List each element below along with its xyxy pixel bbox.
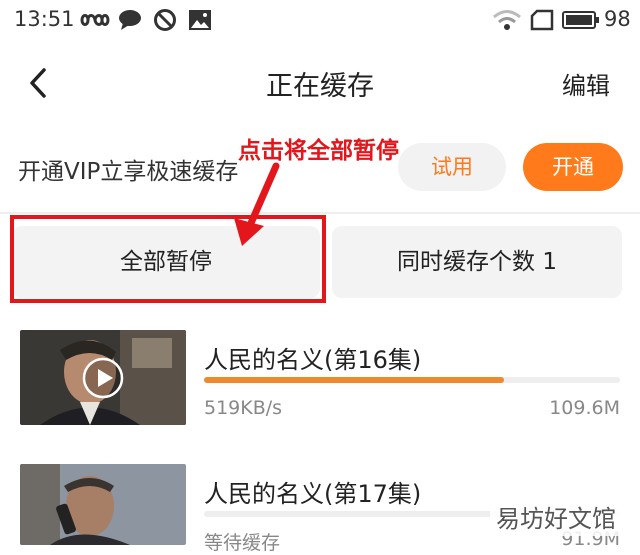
concurrent-downloads-button[interactable]: 同时缓存个数 1 [332, 226, 622, 298]
page-title: 正在缓存 [266, 71, 374, 102]
wifi-icon [493, 10, 521, 30]
download-size: 109.6M [549, 397, 620, 419]
link-icon [80, 14, 110, 26]
divider [0, 212, 640, 214]
download-progress-fill [204, 377, 504, 383]
annotation-text: 点击将全部暂停 [238, 138, 399, 164]
battery-level: 98 [604, 7, 631, 31]
download-status: 等待缓存 [204, 532, 281, 554]
download-title[interactable]: 人民的名义(第17集) [204, 474, 421, 509]
video-thumbnail[interactable] [20, 330, 186, 425]
image-icon [189, 10, 211, 30]
header: 正在缓存 编辑 [0, 50, 640, 114]
video-thumbnail[interactable] [20, 464, 186, 545]
status-bar: 13:51 98 [0, 0, 640, 40]
play-icon[interactable] [82, 357, 124, 399]
trial-button[interactable]: 试用 [398, 143, 506, 191]
vip-promo-text: 开通VIP立享极速缓存 [18, 159, 239, 185]
thumbnail-image [20, 464, 186, 545]
open-vip-button[interactable]: 开通 [523, 143, 623, 191]
battery-icon [562, 11, 599, 29]
annotation-arrow-icon [234, 162, 280, 246]
status-time: 13:51 [14, 7, 75, 31]
download-title[interactable]: 人民的名义(第16集) [204, 340, 421, 375]
do-not-disturb-icon [154, 9, 176, 31]
download-speed: 519KB/s [204, 397, 283, 419]
message-icon [119, 10, 141, 30]
sim-icon [530, 9, 554, 31]
download-progress-bar [204, 377, 620, 383]
watermark-text: 易坊好文馆 [490, 497, 622, 536]
edit-button[interactable]: 编辑 [562, 66, 610, 101]
